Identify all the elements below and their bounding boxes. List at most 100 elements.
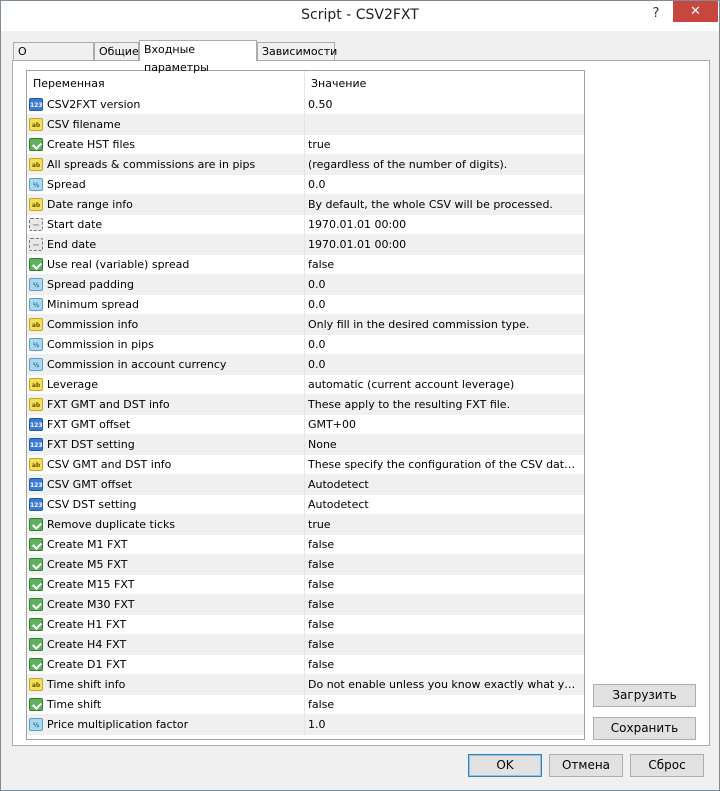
cell-divider — [304, 255, 305, 275]
tab-common[interactable]: Общие — [94, 42, 139, 60]
parameter-value[interactable]: false — [308, 618, 581, 631]
parameter-value[interactable]: 0.0 — [308, 338, 581, 351]
parameter-row[interactable]: Create M1 FXT false — [27, 535, 584, 555]
parameter-value[interactable]: false — [308, 538, 581, 551]
str-type-icon: ab — [29, 158, 43, 171]
dbl-type-icon: ½ — [29, 338, 43, 351]
parameter-value[interactable]: false — [308, 698, 581, 711]
column-header-value[interactable]: Значение — [311, 77, 366, 90]
parameter-row[interactable]: ½ Minimum spread 0.0 — [27, 295, 584, 315]
ok-button[interactable]: OK — [468, 754, 542, 777]
parameter-row[interactable]: Create M15 FXT false — [27, 575, 584, 595]
parameter-value[interactable]: By default, the whole CSV will be proces… — [308, 198, 581, 211]
parameter-row[interactable]: 123 FXT DST setting None — [27, 435, 584, 455]
tab-dependencies[interactable]: Зависимости — [257, 42, 337, 60]
parameter-value[interactable]: 0.0 — [308, 358, 581, 371]
parameter-row[interactable]: Create H4 FXT false — [27, 635, 584, 655]
parameter-value[interactable]: None — [308, 438, 581, 451]
bool-type-icon — [29, 558, 43, 571]
parameter-row[interactable]: Create D1 FXT false — [27, 655, 584, 675]
parameter-value[interactable]: Only fill in the desired commission type… — [308, 318, 581, 331]
parameter-row[interactable]: 123 FXT GMT offset GMT+00 — [27, 415, 584, 435]
parameter-value[interactable]: Do not enable unless you know exactly wh… — [308, 678, 581, 691]
parameter-value[interactable]: false — [308, 578, 581, 591]
parameter-row[interactable]: ½ Commission in account currency 0.0 — [27, 355, 584, 375]
parameter-value[interactable]: These apply to the resulting FXT file. — [308, 398, 581, 411]
help-button[interactable]: ? — [642, 5, 670, 23]
parameter-row[interactable]: ab Commission info Only fill in the desire… — [27, 315, 584, 335]
parameter-value[interactable]: GMT+00 — [308, 418, 581, 431]
parameter-value[interactable]: 1970.01.01 00:00 — [308, 218, 581, 231]
parameter-row[interactable]: ab CSV GMT and DST info These specify the … — [27, 455, 584, 475]
parameter-value[interactable]: true — [308, 138, 581, 151]
parameter-row[interactable]: Create M30 FXT false — [27, 595, 584, 615]
parameter-row[interactable]: ab Date range info By default, the whole C… — [27, 195, 584, 215]
tab-inputs[interactable]: Входные параметры — [139, 40, 257, 74]
parameter-row[interactable]: ½ Spread 0.0 — [27, 175, 584, 195]
parameter-row[interactable]: Create HST files true — [27, 135, 584, 155]
parameter-value[interactable]: false — [308, 558, 581, 571]
close-button[interactable]: ✕ — [673, 1, 718, 22]
parameter-value[interactable]: 0.0 — [308, 178, 581, 191]
cell-divider — [304, 195, 305, 215]
cancel-button[interactable]: Отмена — [549, 754, 623, 777]
cell-divider — [304, 675, 305, 695]
bool-type-icon — [29, 258, 43, 271]
cell-divider — [304, 695, 305, 715]
grid-rows: 123 CSV2FXT version 0.50 ab CSV filename Crea… — [27, 95, 584, 735]
num-type-icon: 123 — [29, 418, 43, 431]
parameter-row[interactable]: ab Time shift info Do not enable unless yo… — [27, 675, 584, 695]
column-header-variable[interactable]: Переменная — [33, 77, 105, 90]
cell-divider — [304, 635, 305, 655]
parameter-row[interactable]: Time shift false — [27, 695, 584, 715]
parameter-row[interactable]: 123 CSV GMT offset Autodetect — [27, 475, 584, 495]
parameter-value[interactable]: 0.50 — [308, 98, 581, 111]
parameters-grid: Переменная Значение 123 CSV2FXT version 0.… — [26, 70, 585, 740]
str-type-icon: ab — [29, 458, 43, 471]
bool-type-icon — [29, 698, 43, 711]
parameter-row[interactable]: ab CSV filename — [27, 115, 584, 135]
save-button[interactable]: Сохранить — [593, 717, 696, 740]
parameter-value[interactable]: false — [308, 258, 581, 271]
parameter-name: Time shift — [47, 698, 102, 711]
parameter-row[interactable]: Use real (variable) spread false — [27, 255, 584, 275]
parameter-value[interactable]: Autodetect — [308, 478, 581, 491]
parameter-value[interactable]: false — [308, 638, 581, 651]
parameter-row[interactable]: ½ Spread padding 0.0 — [27, 275, 584, 295]
parameter-row[interactable]: 123 CSV DST setting Autodetect — [27, 495, 584, 515]
parameter-value[interactable]: false — [308, 658, 581, 671]
parameter-row[interactable]: ab Leverage automatic (current account lev… — [27, 375, 584, 395]
parameter-value[interactable]: 0.0 — [308, 298, 581, 311]
parameter-value[interactable]: false — [308, 598, 581, 611]
tab-about[interactable]: О программе — [13, 42, 94, 76]
parameter-name: Minimum spread — [47, 298, 139, 311]
reset-button[interactable]: Сброс — [630, 754, 704, 777]
parameter-value[interactable]: These specify the configuration of the C… — [308, 458, 581, 471]
parameter-value[interactable]: true — [308, 518, 581, 531]
parameter-row[interactable]: ⋯ End date 1970.01.01 00:00 — [27, 235, 584, 255]
parameter-row[interactable]: 123 CSV2FXT version 0.50 — [27, 95, 584, 115]
parameter-value[interactable]: 1.0 — [308, 718, 581, 731]
num-type-icon: 123 — [29, 498, 43, 511]
load-button[interactable]: Загрузить — [593, 684, 696, 707]
cell-divider — [304, 115, 305, 135]
parameter-name: FXT DST setting — [47, 438, 135, 451]
parameter-row[interactable]: Remove duplicate ticks true — [27, 515, 584, 535]
parameter-row[interactable]: Create H1 FXT false — [27, 615, 584, 635]
parameter-value[interactable]: 0.0 — [308, 278, 581, 291]
parameter-value[interactable]: 1970.01.01 00:00 — [308, 238, 581, 251]
parameter-name: CSV filename — [47, 118, 121, 131]
bool-type-icon — [29, 518, 43, 531]
parameter-name: Commission in pips — [47, 338, 154, 351]
cell-divider — [304, 95, 305, 115]
parameter-row[interactable]: ⋯ Start date 1970.01.01 00:00 — [27, 215, 584, 235]
parameter-value[interactable]: automatic (current account leverage) — [308, 378, 581, 391]
parameter-row[interactable]: ½ Price multiplication factor 1.0 — [27, 715, 584, 735]
parameter-row[interactable]: ab All spreads & commissions are in pips (… — [27, 155, 584, 175]
parameter-value[interactable]: Autodetect — [308, 498, 581, 511]
parameter-row[interactable]: ab FXT GMT and DST info These apply to the… — [27, 395, 584, 415]
parameter-value[interactable]: (regardless of the number of digits). — [308, 158, 581, 171]
parameter-row[interactable]: ½ Commission in pips 0.0 — [27, 335, 584, 355]
num-type-icon: 123 — [29, 478, 43, 491]
parameter-row[interactable]: Create M5 FXT false — [27, 555, 584, 575]
